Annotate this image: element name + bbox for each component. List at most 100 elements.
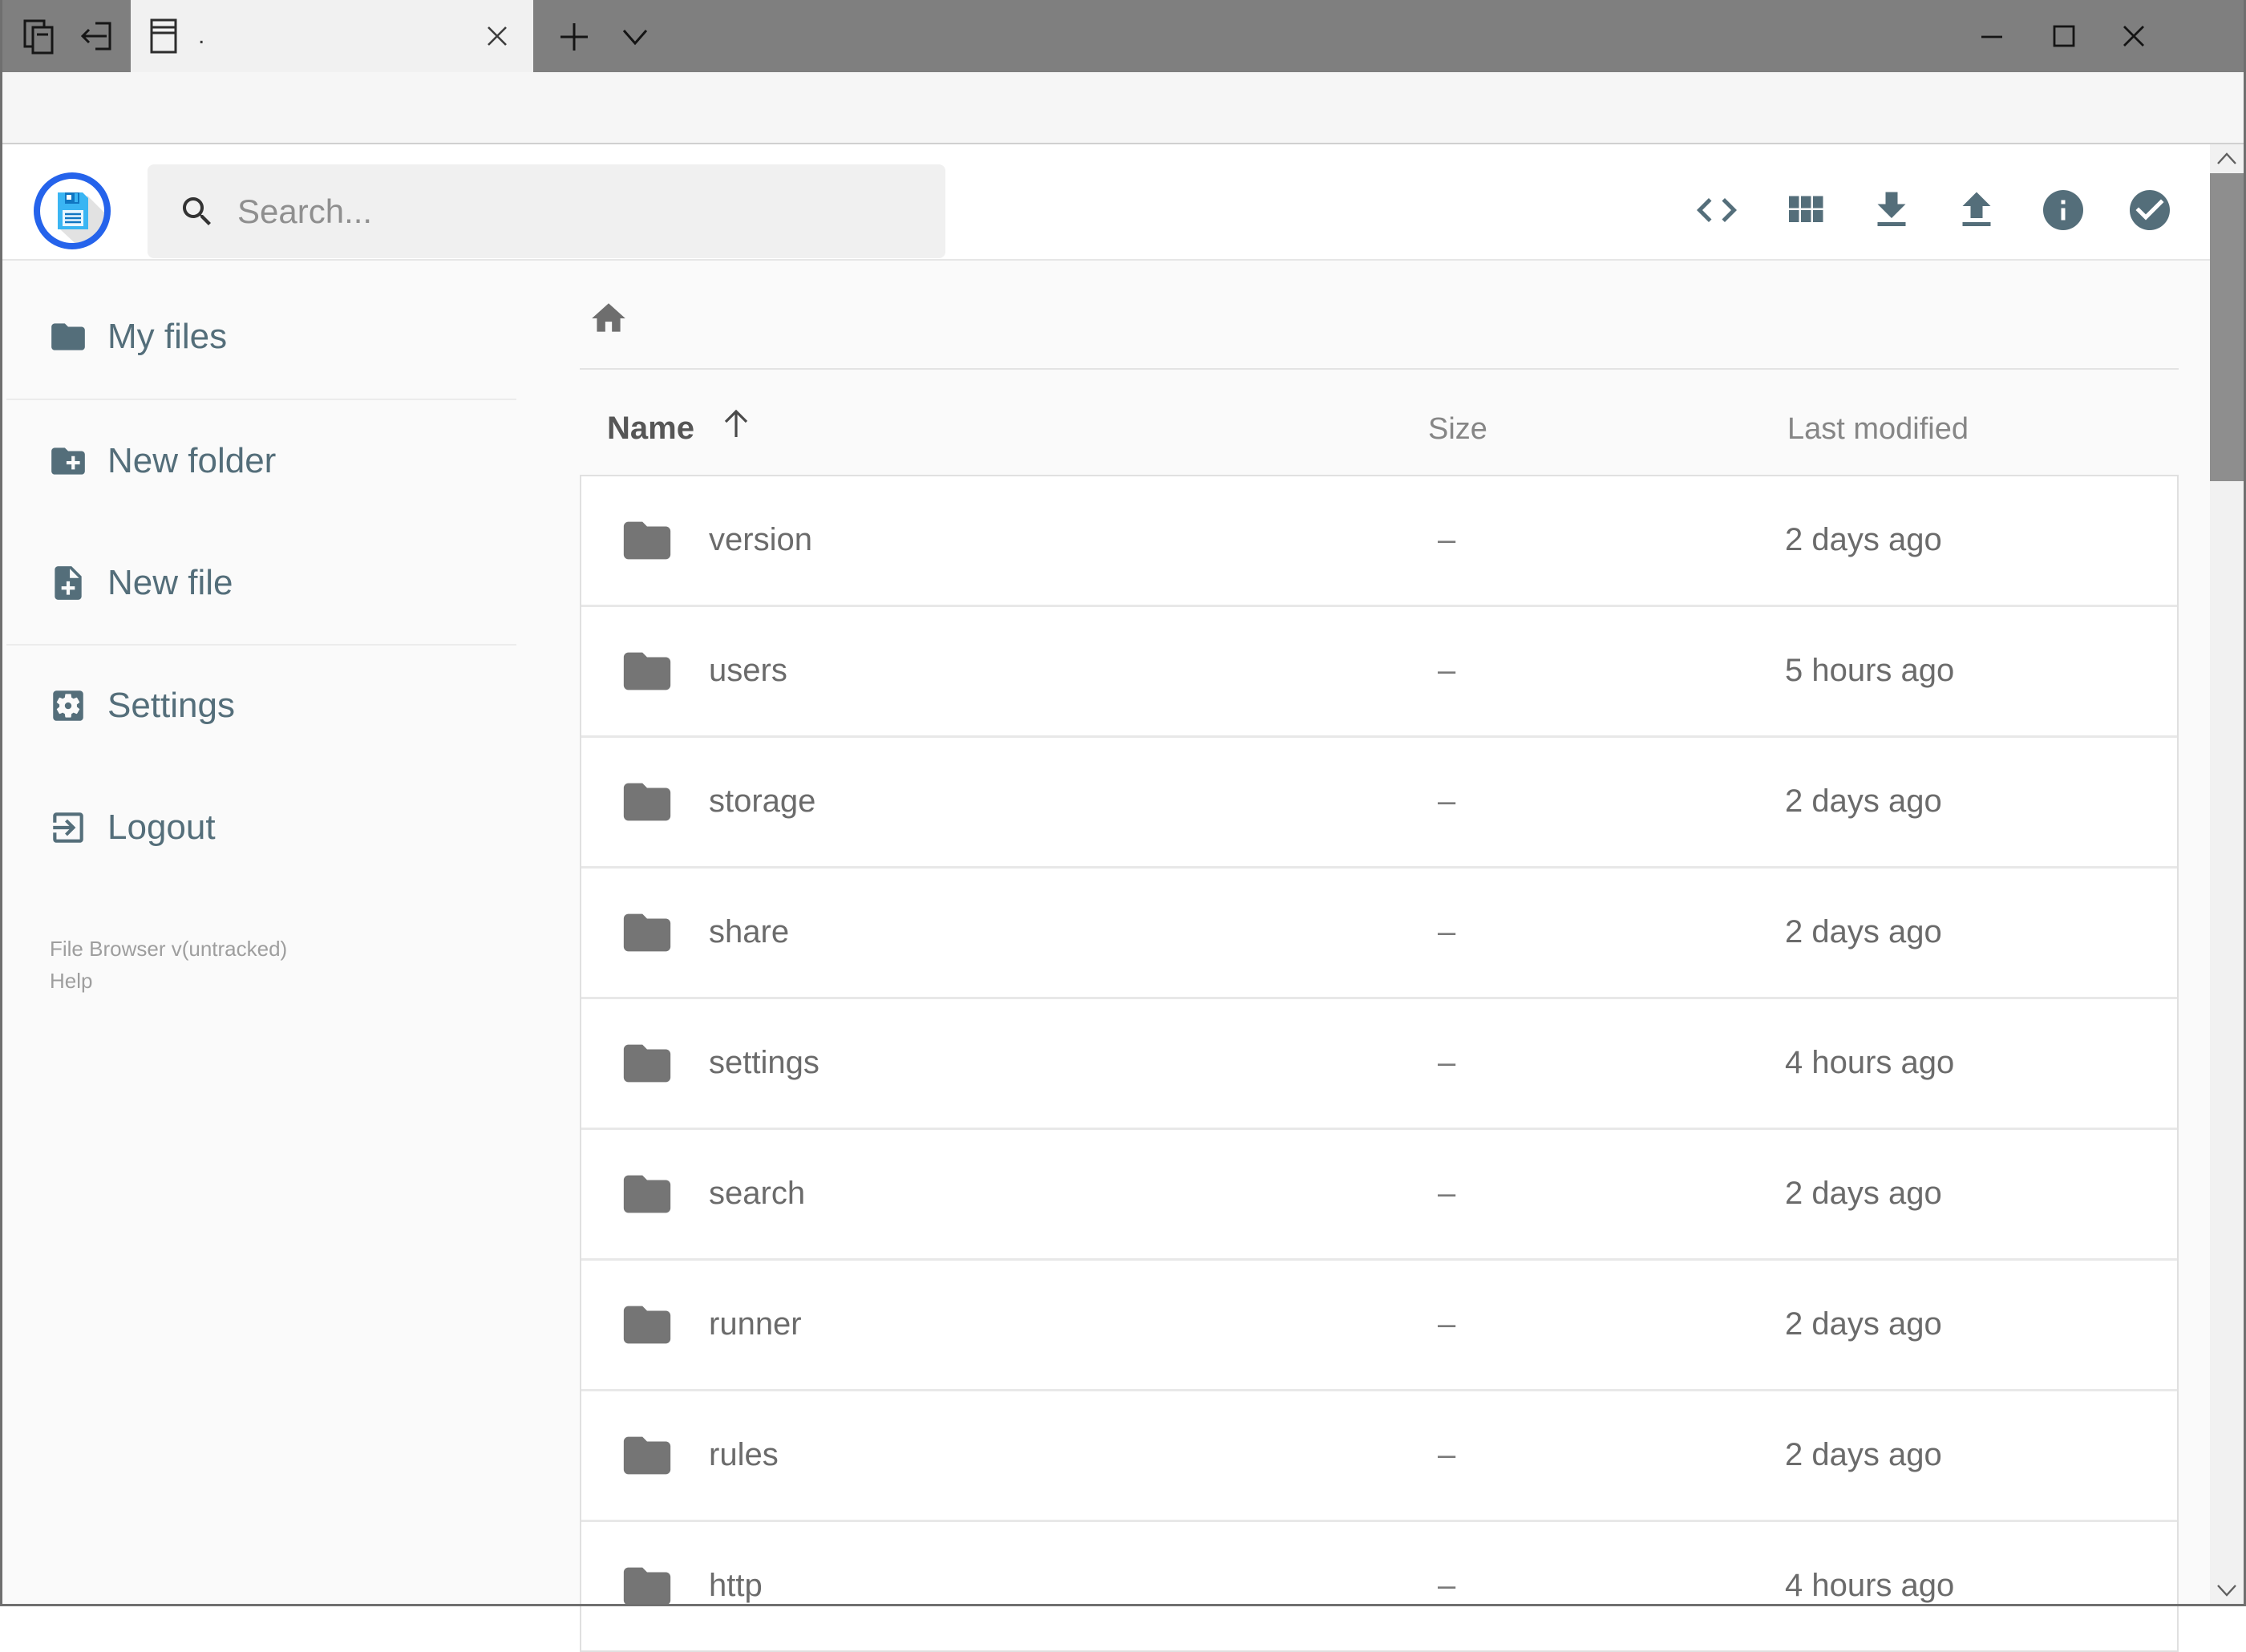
app-version: File Browser v(untracked): [50, 937, 288, 961]
minimize-icon[interactable]: [1975, 19, 2009, 53]
browser-toolbar: filebrowser.web/files/: [0, 72, 2246, 210]
file-modified: 2 days ago: [1785, 1176, 1942, 1211]
scrollbar-thumb[interactable]: [2210, 173, 2244, 481]
sidebar-item-label: New folder: [107, 441, 277, 480]
breadcrumb-home-icon[interactable]: [589, 298, 629, 338]
file-name: users: [709, 653, 787, 688]
sidebar-footer: File Browser v(untracked) Help: [50, 933, 287, 997]
browser-tab[interactable]: .: [131, 0, 533, 72]
breadcrumb-divider: [580, 368, 2179, 370]
folder-icon: [623, 1044, 671, 1083]
new-tab-icon[interactable]: [556, 19, 592, 55]
search-input[interactable]: [236, 191, 880, 232]
sort-ascending-arrow-icon[interactable]: [718, 405, 755, 442]
scroll-down-icon[interactable]: [2216, 1582, 2238, 1598]
sidebar-item-new-file[interactable]: New file: [0, 543, 517, 623]
file-size: –: [1438, 914, 1456, 949]
set-tabs-aside-icon[interactable]: [76, 16, 116, 56]
file-name: storage: [709, 783, 816, 819]
file-modified: 2 days ago: [1785, 1306, 1942, 1342]
sidebar-item-label: New file: [107, 563, 233, 602]
search-box[interactable]: [148, 164, 945, 258]
folder-icon: [623, 783, 671, 821]
folder-icon: [623, 1306, 671, 1344]
file-modified: 4 hours ago: [1785, 1568, 1955, 1603]
table-row[interactable]: users – 5 hours ago: [581, 607, 2177, 738]
file-size: –: [1438, 1437, 1456, 1472]
tabs-set-aside-preview-icon[interactable]: [18, 16, 59, 56]
folder-icon: [623, 913, 671, 952]
sidebar-item-new-folder[interactable]: New folder: [0, 421, 517, 501]
table-row[interactable]: version – 2 days ago: [581, 476, 2177, 607]
file-name: version: [709, 522, 812, 557]
new-file-icon: [55, 566, 82, 600]
file-name: search: [709, 1176, 806, 1211]
sidebar-item-label: Settings: [107, 686, 235, 725]
file-size: –: [1438, 653, 1456, 688]
new-folder-icon: [51, 447, 85, 475]
settings-icon: [53, 690, 83, 721]
browser-scrollbar[interactable]: [2210, 144, 2244, 1606]
file-size: –: [1438, 1045, 1456, 1080]
sidebar-divider: [6, 399, 516, 400]
file-modified: 2 days ago: [1785, 783, 1942, 819]
file-modified: 2 days ago: [1785, 914, 1942, 949]
tab-title: .: [198, 22, 205, 49]
table-row[interactable]: rules – 2 days ago: [581, 1391, 2177, 1522]
upload-icon[interactable]: [1953, 186, 2001, 234]
tab-close-icon[interactable]: [482, 21, 512, 51]
folder-icon: [623, 1436, 671, 1475]
table-row[interactable]: storage – 2 days ago: [581, 738, 2177, 869]
sidebar-item-my-files[interactable]: My files: [0, 297, 517, 377]
code-view-icon[interactable]: [1693, 186, 1741, 234]
table-row[interactable]: search – 2 days ago: [581, 1130, 2177, 1261]
file-listing: version – 2 days ago users – 5 hours ago…: [580, 475, 2179, 1652]
file-modified: 2 days ago: [1785, 1437, 1942, 1472]
help-link[interactable]: Help: [50, 965, 287, 997]
sidebar-item-label: My files: [107, 317, 228, 356]
sidebar-item-label: Logout: [107, 808, 216, 847]
file-modified: 4 hours ago: [1785, 1045, 1955, 1080]
file-modified: 5 hours ago: [1785, 653, 1955, 688]
maximize-icon[interactable]: [2047, 19, 2081, 53]
sidebar-divider: [6, 644, 516, 646]
column-header-modified[interactable]: Last modified: [1787, 412, 1969, 447]
grid-view-icon[interactable]: [1781, 186, 1829, 234]
table-row[interactable]: share – 2 days ago: [581, 869, 2177, 999]
file-size: –: [1438, 1176, 1456, 1211]
file-name: rules: [709, 1437, 779, 1472]
column-header-name[interactable]: Name: [607, 411, 694, 447]
table-row[interactable]: http – 4 hours ago: [581, 1522, 2177, 1650]
file-size: –: [1438, 1306, 1456, 1342]
file-name: http: [709, 1568, 763, 1603]
file-name: settings: [709, 1045, 819, 1080]
folder-icon: [623, 652, 671, 690]
page-favicon-icon: [150, 18, 177, 54]
app-content: My files New folder New file Settings Lo…: [0, 261, 2246, 1652]
search-icon: [183, 196, 211, 225]
info-icon[interactable]: [2039, 186, 2087, 234]
sidebar-item-logout[interactable]: Logout: [0, 788, 517, 868]
select-multiple-icon[interactable]: [2126, 186, 2174, 234]
column-header-size[interactable]: Size: [1428, 412, 1487, 447]
browser-tab-bar: .: [0, 0, 2246, 72]
file-modified: 2 days ago: [1785, 522, 1942, 557]
filebrowser-header: [0, 144, 2246, 261]
close-window-icon[interactable]: [2117, 19, 2151, 53]
file-size: –: [1438, 783, 1456, 819]
table-row[interactable]: runner – 2 days ago: [581, 1261, 2177, 1391]
folder-icon: [623, 521, 671, 560]
filebrowser-logo[interactable]: [33, 172, 111, 250]
folder-icon: [623, 1175, 671, 1213]
table-row[interactable]: settings – 4 hours ago: [581, 999, 2177, 1130]
file-name: runner: [709, 1306, 802, 1342]
file-size: –: [1438, 1568, 1456, 1603]
file-size: –: [1438, 522, 1456, 557]
download-icon[interactable]: [1868, 186, 1916, 234]
folder-icon: [51, 323, 85, 350]
logout-icon: [53, 812, 83, 843]
tab-list-chevron-icon[interactable]: [617, 24, 653, 51]
sidebar-item-settings[interactable]: Settings: [0, 666, 517, 746]
file-name: share: [709, 914, 790, 949]
scroll-up-icon[interactable]: [2216, 151, 2238, 167]
